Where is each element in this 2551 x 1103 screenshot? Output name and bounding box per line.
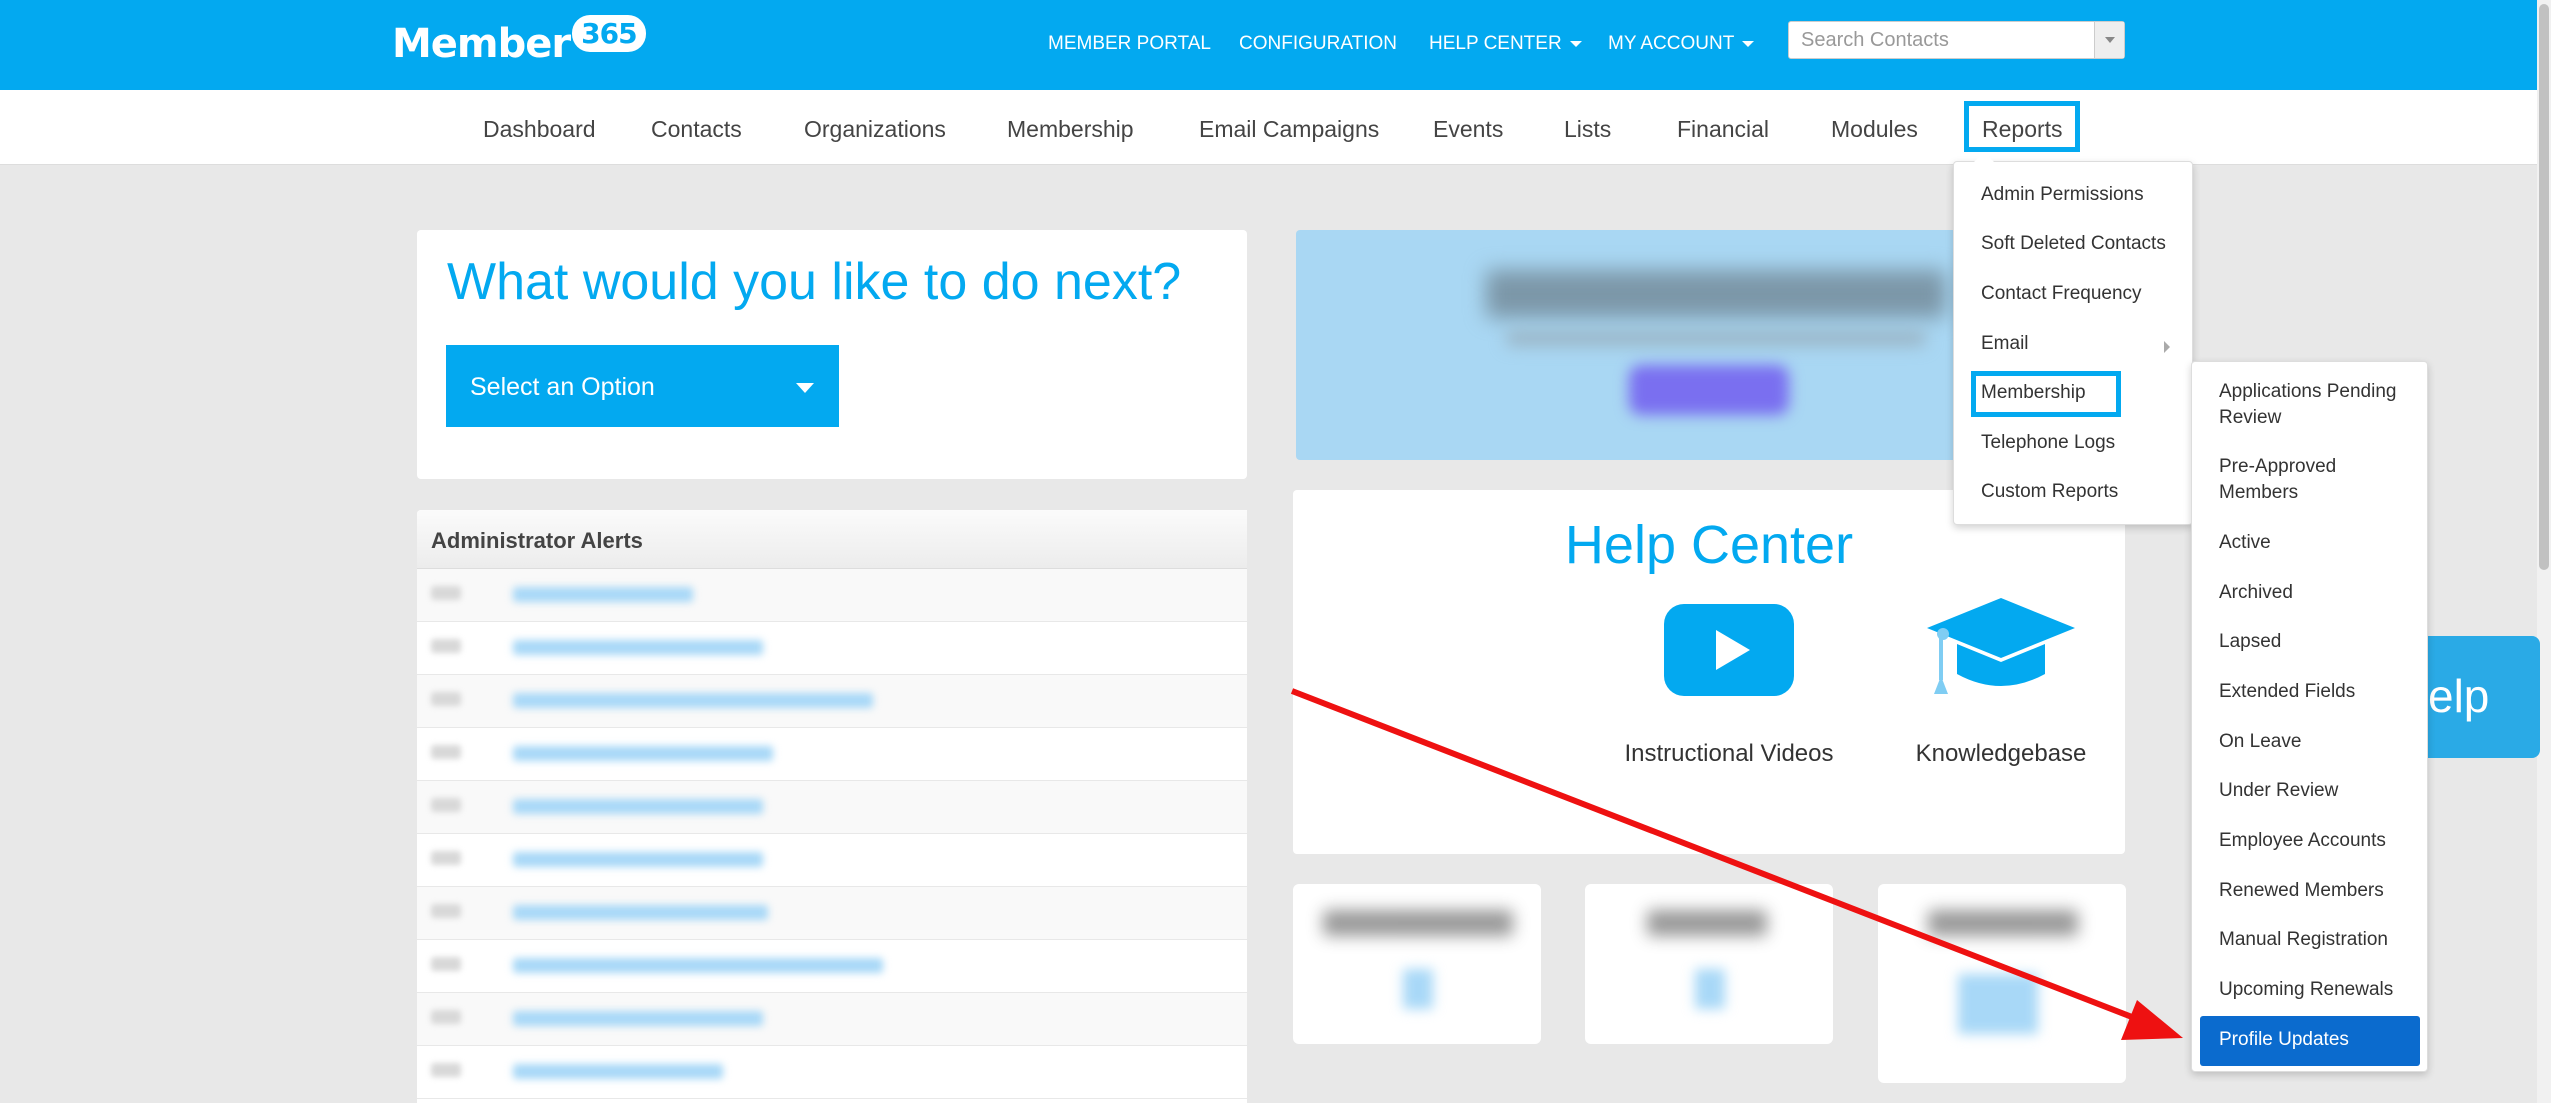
- topnav-member-portal[interactable]: MEMBER PORTAL: [1048, 33, 1211, 55]
- logo-word: Member: [392, 21, 571, 67]
- topnav-help-center[interactable]: HELP CENTER: [1429, 33, 1582, 55]
- page-scrollbar[interactable]: [2537, 0, 2551, 1103]
- chevron-right-icon: [2164, 341, 2170, 353]
- menu-item-telephone-logs[interactable]: Telephone Logs: [1981, 432, 2115, 454]
- submenu-on-leave[interactable]: On Leave: [2219, 729, 2419, 755]
- submenu-lapsed[interactable]: Lapsed: [2219, 629, 2419, 655]
- nav-organizations[interactable]: Organizations: [804, 116, 946, 143]
- play-video-icon: [1664, 604, 1794, 696]
- blurred-stat-card[interactable]: [1585, 884, 1833, 1044]
- chevron-down-icon: [1742, 40, 1755, 47]
- submenu-under-review[interactable]: Under Review: [2219, 778, 2419, 804]
- alert-row[interactable]: [417, 675, 1247, 728]
- graduation-cap-icon: [1927, 598, 2075, 694]
- submenu-extended-fields[interactable]: Extended Fields: [2219, 679, 2419, 705]
- blurred-stat-card[interactable]: [1878, 884, 2126, 1083]
- submenu-profile-updates-label: Profile Updates: [2219, 1029, 2349, 1050]
- nav-modules[interactable]: Modules: [1831, 116, 1918, 143]
- instructional-videos-label: Instructional Videos: [1624, 740, 1834, 767]
- nav-contacts[interactable]: Contacts: [651, 116, 742, 143]
- submenu-applications-pending-review[interactable]: Applications Pending Review: [2219, 379, 2419, 431]
- submenu-profile-updates[interactable]: Profile Updates: [2200, 1016, 2420, 1066]
- alert-row[interactable]: [417, 940, 1247, 993]
- nav-dashboard[interactable]: Dashboard: [483, 116, 596, 143]
- submenu-upcoming-renewals[interactable]: Upcoming Renewals: [2219, 977, 2419, 1003]
- reports-dropdown-menu: Admin Permissions Soft Deleted Contacts …: [1953, 152, 2193, 525]
- alert-row[interactable]: [417, 993, 1247, 1046]
- alert-row[interactable]: [417, 622, 1247, 675]
- submenu-employee-accounts[interactable]: Employee Accounts: [2219, 828, 2419, 854]
- next-action-card: What would you like to do next? Select a…: [417, 230, 1247, 479]
- alerts-header: Administrator Alerts: [417, 510, 1247, 569]
- help-center-panel: Help Center Instructional Videos Knowled…: [1293, 490, 2345, 854]
- select-option-dropdown[interactable]: Select an Option: [446, 345, 839, 427]
- nav-lists[interactable]: Lists: [1564, 116, 1611, 143]
- search-input[interactable]: [1789, 22, 2094, 58]
- nav-financial[interactable]: Financial: [1677, 116, 1769, 143]
- logo-number-badge: 365: [572, 14, 646, 52]
- knowledgebase-label: Knowledgebase: [1915, 740, 2087, 767]
- alert-row[interactable]: [417, 569, 1247, 622]
- search-contacts[interactable]: [1788, 21, 2125, 59]
- search-dropdown-button[interactable]: [2094, 22, 2124, 58]
- scrollbar-thumb[interactable]: [2539, 4, 2549, 570]
- top-bar: Member 365 MEMBER PORTAL CONFIGURATION H…: [0, 0, 2551, 90]
- member365-logo[interactable]: Member 365: [392, 14, 646, 74]
- topnav-help-center-label: HELP CENTER: [1429, 33, 1562, 54]
- nav-email-campaigns[interactable]: Email Campaigns: [1199, 116, 1379, 143]
- menu-item-email[interactable]: Email: [1981, 333, 2029, 355]
- alert-row[interactable]: [417, 728, 1247, 781]
- topnav-my-account[interactable]: MY ACCOUNT: [1608, 33, 1755, 55]
- membership-highlight-box: [1971, 371, 2121, 417]
- select-option-label: Select an Option: [470, 373, 655, 401]
- menu-item-custom-reports[interactable]: Custom Reports: [1981, 481, 2118, 503]
- reports-highlight-box: [1964, 101, 2080, 152]
- topnav-my-account-label: MY ACCOUNT: [1608, 33, 1735, 54]
- arrow-head-icon: [2121, 1000, 2183, 1040]
- menu-item-contact-frequency[interactable]: Contact Frequency: [1981, 283, 2142, 305]
- submenu-manual-registration[interactable]: Manual Registration: [2219, 927, 2419, 953]
- submenu-pre-approved-members[interactable]: Pre-Approved Members: [2219, 454, 2419, 506]
- caret-down-icon: [796, 383, 814, 393]
- alert-row[interactable]: [417, 834, 1247, 887]
- nav-events[interactable]: Events: [1433, 116, 1503, 143]
- alert-row[interactable]: [417, 781, 1247, 834]
- alert-row[interactable]: [417, 887, 1247, 940]
- topnav-configuration[interactable]: CONFIGURATION: [1239, 33, 1397, 55]
- menu-item-soft-deleted-contacts[interactable]: Soft Deleted Contacts: [1981, 233, 2166, 255]
- alert-row[interactable]: [417, 1046, 1247, 1099]
- administrator-alerts-panel: Administrator Alerts: [417, 510, 1247, 1103]
- chevron-down-icon: [1569, 40, 1582, 47]
- main-nav: Dashboard Contacts Organizations Members…: [0, 90, 2551, 165]
- menu-item-admin-permissions[interactable]: Admin Permissions: [1981, 184, 2144, 206]
- submenu-archived[interactable]: Archived: [2219, 580, 2419, 606]
- membership-submenu: Applications Pending Review Pre-Approved…: [2191, 361, 2428, 1072]
- blurred-stat-card[interactable]: [1293, 884, 1541, 1044]
- submenu-active[interactable]: Active: [2219, 530, 2419, 556]
- next-action-title: What would you like to do next?: [447, 253, 1182, 311]
- nav-membership[interactable]: Membership: [1007, 116, 1134, 143]
- submenu-renewed-members[interactable]: Renewed Members: [2219, 878, 2419, 904]
- help-float-label: elp: [2428, 670, 2490, 722]
